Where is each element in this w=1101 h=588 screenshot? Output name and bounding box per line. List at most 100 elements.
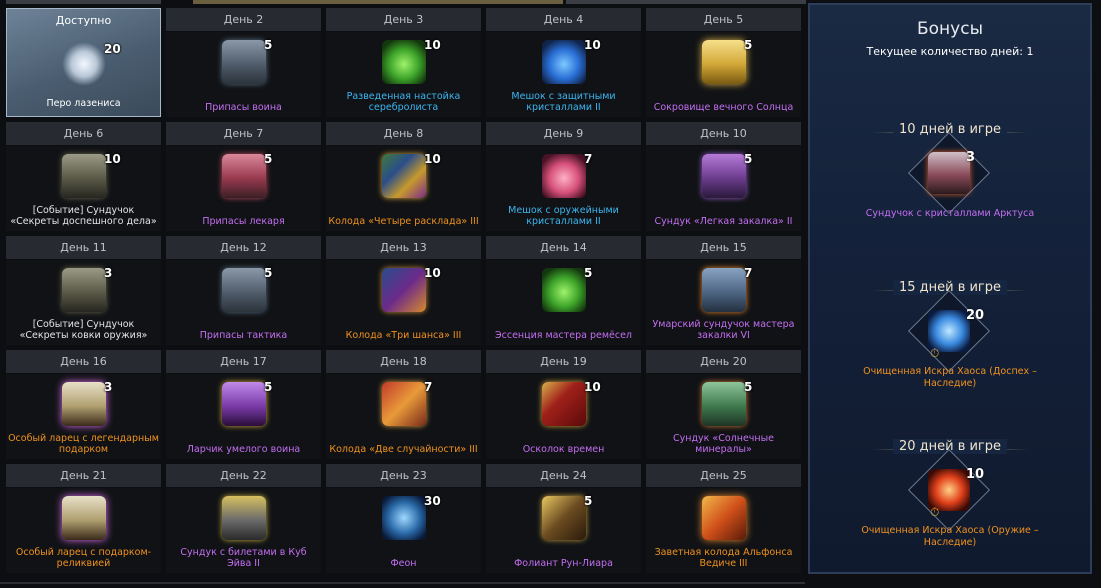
day-label: День 24 — [486, 464, 641, 487]
day-label: День 15 — [646, 236, 801, 259]
item-name: [Событие] Сундучок «Секреты доспешного д… — [10, 205, 157, 227]
day-label: День 17 — [166, 350, 321, 373]
reward-cell-day-25[interactable]: День 25 Заветная колода Альфонса Ведиче I… — [646, 464, 801, 573]
reward-cell-day-18[interactable]: День 18 7 Колода «Две случайности» III — [326, 350, 481, 459]
reward-cell-day-4[interactable]: День 4 10 Мешок с защитными кристаллами II — [486, 8, 641, 117]
reward-cell-day-10[interactable]: День 10 5 Сундук «Легкая закалка» II — [646, 122, 801, 231]
reward-cell-day-9[interactable]: День 9 7 Мешок с оружейными кристаллами II — [486, 122, 641, 231]
top-divider — [566, 0, 806, 4]
day-label: День 21 — [6, 464, 161, 487]
item-count: 5 — [744, 38, 753, 52]
day-label: День 4 — [486, 8, 641, 31]
item-name: Колода «Четыре расклада» III — [328, 216, 479, 227]
lark-relic-icon — [62, 496, 106, 540]
potion-green-icon — [382, 40, 426, 84]
reward-cell-day-11[interactable]: День 11 3 [Событие] Сундучок «Секреты ковк… — [6, 236, 161, 345]
reward-cell-day-15[interactable]: День 15 7 Умарский сундучок мастера закалк… — [646, 236, 801, 345]
card-red-icon — [542, 382, 586, 426]
reward-cell-available[interactable]: Доступно 20 Перо лазениса — [6, 8, 161, 117]
item-name: Сундук с билетами в Куб Эйва II — [180, 547, 307, 569]
lark-purple-icon — [222, 382, 266, 426]
reward-cell-day-3[interactable]: День 3 10 Разведенная настойка серебролист… — [326, 8, 481, 117]
reward-cell-day-2[interactable]: День 2 5 Припасы воина — [166, 8, 321, 117]
item-count: 20 — [104, 42, 121, 56]
chest-purple-icon — [702, 154, 746, 198]
item-count: 7 — [744, 266, 753, 280]
item-name: Припасы тактика — [199, 330, 288, 341]
bonus-item-name: Очищенная Искра Хаоса (Доспех – Наследие… — [863, 366, 1037, 389]
bonus-milestone[interactable]: 20 дней в игре 10 ⏱ Очищенная Искра Хаоса (… — [810, 439, 1090, 559]
item-count: 10 — [424, 152, 441, 166]
reward-cell-day-5[interactable]: День 5 5 Сокровище вечного Солнца — [646, 8, 801, 117]
chest-silver-icon — [222, 268, 266, 312]
item-name: Перо лазениса — [46, 98, 121, 109]
timer-icon: ⏱ — [930, 505, 940, 519]
chest-teal-icon — [702, 268, 746, 312]
chest-gold-icon — [702, 40, 746, 84]
item-count: 7 — [424, 380, 433, 394]
reward-cell-day-23[interactable]: День 23 30 Феон — [326, 464, 481, 573]
reward-cell-day-16[interactable]: День 16 3 Особый ларец с легендарным подар… — [6, 350, 161, 459]
ticket-icon — [222, 496, 266, 540]
bonus-milestone[interactable]: 15 дней в игре 20 ⏱ Очищенная Искра Хаоса (… — [810, 280, 1090, 400]
chest-silver-icon — [222, 40, 266, 84]
item-count: 5 — [584, 494, 593, 508]
potion-green-icon — [542, 268, 586, 312]
day-label: День 13 — [326, 236, 481, 259]
day-label: День 16 — [6, 350, 161, 373]
reward-cell-day-12[interactable]: День 12 5 Припасы тактика — [166, 236, 321, 345]
bonus-panel: Бонусы Текущее количество дней: 1 10 дне… — [808, 3, 1092, 574]
item-name: Особый ларец с легендарным подарком — [8, 433, 159, 455]
reward-cell-day-24[interactable]: День 24 5 Фолиант Рун-Лиара — [486, 464, 641, 573]
top-divider-highlight — [193, 0, 563, 4]
bag-pink-icon — [542, 154, 586, 198]
item-count: 5 — [744, 380, 753, 394]
item-name: Сундук «Легкая закалка» II — [654, 216, 793, 227]
stone-blue-icon — [382, 496, 426, 540]
item-count: 10 — [584, 38, 601, 52]
chest-dark-icon — [62, 154, 106, 198]
reward-cell-day-13[interactable]: День 13 10 Колода «Три шанса» III — [326, 236, 481, 345]
day-label: День 10 — [646, 122, 801, 145]
bonus-milestone[interactable]: 10 дней в игре 3 Сундучок с кристаллами Ар… — [810, 122, 1090, 242]
bonus-count: 20 — [966, 308, 985, 323]
chest-red-icon — [222, 154, 266, 198]
item-count: 5 — [264, 152, 273, 166]
reward-cell-day-6[interactable]: День 6 10 [Событие] Сундучок «Секреты досп… — [6, 122, 161, 231]
item-name: Сундук «Солнечные минералы» — [673, 433, 774, 455]
bonus-item-name: Сундучок с кристаллами Арктуса — [865, 208, 1035, 219]
day-label: День 5 — [646, 8, 801, 31]
item-count: 5 — [744, 152, 753, 166]
attendance-calendar-grid: Доступно 20 Перо лазениса День 2 5 Припасы во… — [0, 0, 806, 588]
item-count: 10 — [424, 266, 441, 280]
day-label: День 11 — [6, 236, 161, 259]
item-count: 10 — [424, 38, 441, 52]
day-label: День 6 — [6, 122, 161, 145]
item-count: 5 — [264, 380, 273, 394]
reward-cell-day-22[interactable]: День 22 Сундук с билетами в Куб Эйва II — [166, 464, 321, 573]
item-name: Эссенция мастера ремёсел — [495, 330, 632, 341]
item-name: Припасы воина — [205, 102, 282, 113]
tome-orange-icon — [702, 496, 746, 540]
reward-cell-day-14[interactable]: День 14 5 Эссенция мастера ремёсел — [486, 236, 641, 345]
reward-cell-day-21[interactable]: День 21 Особый ларец с подарком-реликвией — [6, 464, 161, 573]
item-name: Особый ларец с подарком-реликвией — [15, 547, 152, 569]
day-label: День 25 — [646, 464, 801, 487]
item-count: 5 — [264, 266, 273, 280]
item-name: Припасы лекаря — [202, 216, 285, 227]
reward-cell-day-20[interactable]: День 20 5 Сундук «Солнечные минералы» — [646, 350, 801, 459]
reward-cell-day-8[interactable]: День 8 10 Колода «Четыре расклада» III — [326, 122, 481, 231]
lark-legend-icon — [62, 382, 106, 426]
item-count: 30 — [424, 494, 441, 508]
item-name: Разведенная настойка серебролиста — [346, 91, 461, 113]
bag-blue-icon — [542, 40, 586, 84]
item-name: Феон — [390, 558, 417, 569]
reward-cell-day-17[interactable]: День 17 5 Ларчик умелого воина — [166, 350, 321, 459]
item-name: Умарский сундучок мастера закалки VI — [652, 319, 795, 341]
reward-cell-day-7[interactable]: День 7 5 Припасы лекаря — [166, 122, 321, 231]
reward-cell-day-19[interactable]: День 19 10 Осколок времен — [486, 350, 641, 459]
item-name: Колода «Две случайности» III — [329, 444, 478, 455]
cards-gold-icon — [382, 154, 426, 198]
chest-green-icon — [702, 382, 746, 426]
cards-purple-icon — [382, 268, 426, 312]
